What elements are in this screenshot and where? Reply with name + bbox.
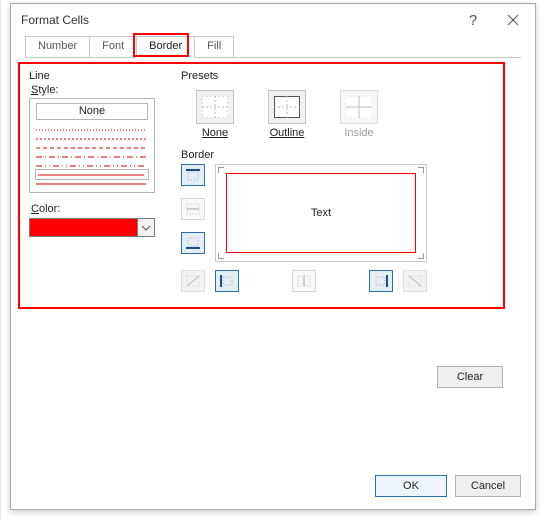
- close-button[interactable]: [491, 5, 535, 35]
- tab-fill[interactable]: Fill: [194, 36, 234, 58]
- help-button[interactable]: ?: [455, 12, 491, 29]
- close-icon: [507, 14, 519, 26]
- line-group-title: Line: [29, 70, 167, 82]
- color-dropdown-button[interactable]: [138, 218, 155, 237]
- cancel-button[interactable]: Cancel: [455, 475, 521, 497]
- preset-inside-label: Inside: [344, 127, 373, 139]
- tab-divider: [25, 57, 521, 58]
- border-vmid-icon: [296, 274, 312, 288]
- preview-outline: [226, 173, 416, 253]
- line-group: Line Style: None Color:: [29, 70, 167, 296]
- style-option-dashdot[interactable]: [36, 152, 148, 161]
- format-cells-dialog: Format Cells ? Number Font Border Fill L…: [10, 3, 536, 510]
- border-bottom-row: [181, 266, 427, 296]
- presets-group-title: Presets: [181, 70, 517, 82]
- preset-none-icon: [196, 90, 234, 124]
- preset-none[interactable]: None: [191, 90, 239, 139]
- tab-border[interactable]: Border: [136, 36, 195, 58]
- border-preview: Text: [215, 164, 427, 262]
- border-vmid-button[interactable]: [292, 270, 316, 292]
- color-label: Color:: [31, 203, 167, 215]
- preset-outline[interactable]: Outline: [263, 90, 311, 139]
- style-option-dashdotdot[interactable]: [36, 161, 148, 170]
- preset-inside: Inside: [335, 90, 383, 139]
- border-left-button[interactable]: [215, 270, 239, 292]
- style-option-thin[interactable]: [36, 170, 148, 179]
- ok-button[interactable]: OK: [375, 475, 447, 497]
- dialog-body: Line Style: None Color:: [11, 58, 535, 475]
- border-area: Text: [181, 164, 427, 296]
- dialog-footer: OK Cancel: [11, 475, 535, 509]
- preset-outline-label: Outline: [270, 127, 305, 139]
- style-option-thin2[interactable]: [36, 179, 148, 188]
- style-option-none[interactable]: None: [36, 103, 148, 120]
- style-label: Style:: [31, 84, 167, 96]
- preset-inside-icon: [340, 90, 378, 124]
- color-swatch: [29, 218, 138, 237]
- border-hmid-icon: [185, 202, 201, 216]
- border-hmid-button[interactable]: [181, 198, 205, 220]
- border-left-icon: [219, 274, 235, 288]
- chevron-down-icon: [142, 225, 150, 231]
- border-diag-down-button[interactable]: [403, 270, 427, 292]
- color-picker[interactable]: [29, 218, 155, 237]
- border-bottom-button[interactable]: [181, 232, 205, 254]
- border-right-button[interactable]: [369, 270, 393, 292]
- presets-row: None Outline Inside: [181, 84, 517, 141]
- border-top-icon: [185, 168, 201, 182]
- dialog-title: Format Cells: [21, 13, 455, 27]
- right-column: Presets None Outline: [181, 70, 517, 296]
- style-option-dense-dots[interactable]: [36, 134, 148, 143]
- diag-down-icon: [407, 274, 423, 288]
- titlebar: Format Cells ?: [11, 4, 535, 36]
- border-top-button[interactable]: [181, 164, 205, 186]
- tab-font[interactable]: Font: [89, 36, 137, 58]
- border-diag-up-button[interactable]: [181, 270, 205, 292]
- border-group-title: Border: [181, 149, 517, 161]
- clear-button[interactable]: Clear: [437, 366, 503, 388]
- style-listbox[interactable]: None: [29, 98, 155, 193]
- style-option-dotted[interactable]: [36, 125, 148, 134]
- border-bottom-icon: [185, 236, 201, 250]
- diag-up-icon: [185, 274, 201, 288]
- preset-outline-icon: [268, 90, 306, 124]
- border-right-icon: [373, 274, 389, 288]
- tabs: Number Font Border Fill: [11, 36, 535, 58]
- style-option-dashed[interactable]: [36, 143, 148, 152]
- tab-number[interactable]: Number: [25, 36, 90, 58]
- preset-none-label: None: [202, 127, 228, 139]
